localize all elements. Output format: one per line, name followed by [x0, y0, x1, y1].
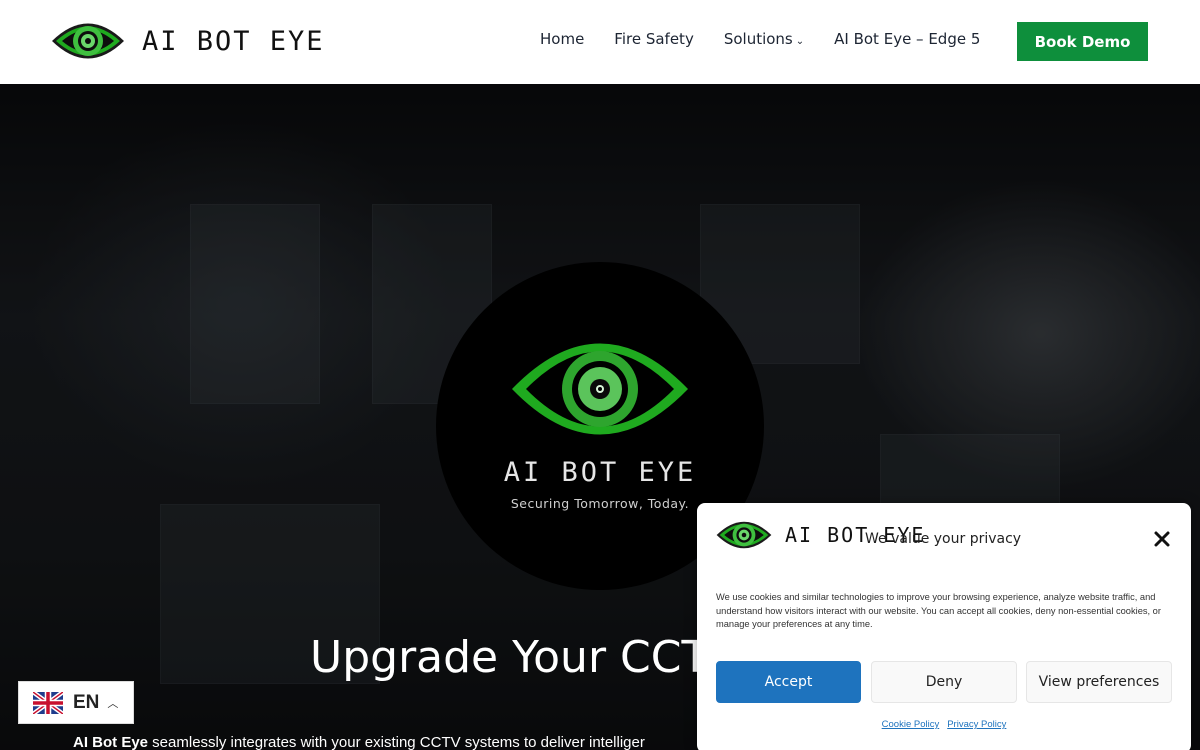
site-header: AI BOT EYE Home Fire Safety Solutions ⌄ A… [0, 0, 1200, 84]
hero-body-brand: AI Bot Eye [73, 734, 149, 750]
cookie-policy-link[interactable]: Cookie Policy [882, 719, 940, 730]
eye-logo-icon [716, 521, 772, 549]
site-logo[interactable]: AI BOT EYE [50, 16, 325, 66]
chevron-down-icon: ⌄ [795, 36, 805, 47]
language-switcher[interactable]: EN ︿ [18, 681, 134, 724]
accept-button[interactable]: Accept [716, 661, 861, 703]
view-preferences-button[interactable]: View preferences [1026, 661, 1172, 703]
privacy-policy-link[interactable]: Privacy Policy [947, 719, 1006, 730]
cookie-title: We value your privacy [865, 531, 1022, 547]
cookie-links: Cookie Policy Privacy Policy [697, 719, 1191, 730]
brand-name: AI BOT EYE [142, 25, 325, 57]
eye-logo-icon [52, 23, 124, 59]
chevron-up-icon: ︿ [107, 697, 119, 710]
nav-solutions[interactable]: Solutions ⌄ [724, 30, 804, 48]
close-icon-glyph [1154, 531, 1170, 547]
uk-flag-icon [33, 691, 63, 714]
nav-edge-5[interactable]: AI Bot Eye – Edge 5 [834, 30, 980, 48]
book-demo-button[interactable]: Book Demo [1017, 22, 1148, 61]
nav-solutions-label: Solutions [723, 30, 793, 48]
hero-body-rest: seamlessly integrates with your existing… [148, 734, 645, 750]
hero-heading: Upgrade Your CCT [310, 632, 709, 683]
hero-body-text: AI Bot Eye seamlessly integrates with yo… [73, 734, 645, 750]
close-icon[interactable] [1152, 529, 1172, 549]
hero-brand-name: AI BOT EYE [503, 457, 697, 488]
main-nav: Home Fire Safety Solutions ⌄ AI Bot Eye –… [540, 30, 1010, 48]
cookie-consent-dialog: AI BOT EYE We value your privacy We use … [697, 503, 1191, 750]
nav-home[interactable]: Home [540, 30, 584, 48]
deny-button[interactable]: Deny [871, 661, 1017, 703]
language-code: EN [73, 691, 100, 713]
cookie-description: We use cookies and similar technologies … [716, 592, 1161, 629]
nav-fire-safety[interactable]: Fire Safety [614, 30, 694, 48]
